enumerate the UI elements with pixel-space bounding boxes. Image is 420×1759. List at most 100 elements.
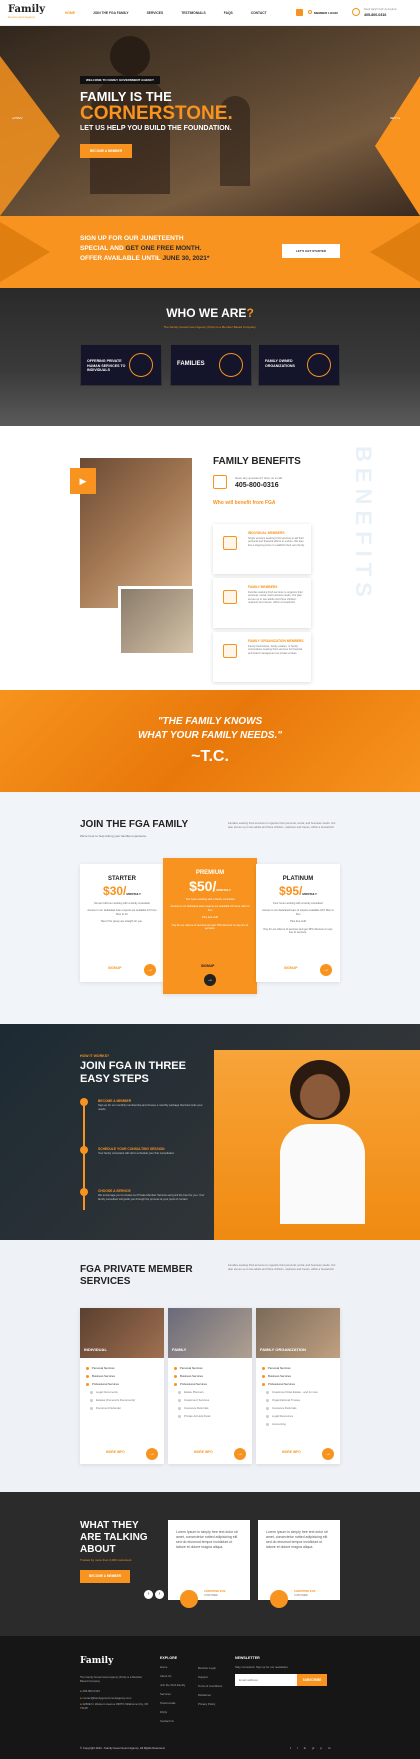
twitter-icon[interactable]: t xyxy=(297,1746,298,1750)
hero-subheadline: LET US HELP YOU BUILD THE FOUNDATION. xyxy=(80,125,232,132)
arrow-right-icon[interactable]: → xyxy=(320,964,332,976)
footer-link[interactable]: Support xyxy=(198,1675,222,1679)
who-title: WHO WE ARE? xyxy=(166,306,254,320)
footer-link[interactable]: Member Login xyxy=(198,1666,222,1670)
nav-link-home[interactable]: HOME xyxy=(65,11,75,15)
how-it-works-section: HOW IT WORKS? JOIN FGA IN THREE EASY STEP… xyxy=(0,1024,420,1240)
logo[interactable]: Family Government Agency xyxy=(8,4,45,19)
hero-prev-button[interactable]: ◂ PREV xyxy=(12,116,23,120)
newsletter-email-input[interactable] xyxy=(235,1674,297,1686)
hero-section: WELCOME TO FAMILY GOVERNMENT AGENCY FAMI… xyxy=(0,26,420,216)
nav-link-join[interactable]: JOIN THE FGA FAMILY xyxy=(93,11,129,15)
phone-icon xyxy=(213,475,227,489)
services-section: FGA PRIVATE MEMBER SERVICES Families seek… xyxy=(0,1240,420,1492)
service-card-family: FAMILY Personal Services Business Service… xyxy=(168,1308,252,1464)
nav-phone[interactable]: 405-800-0316 xyxy=(364,13,386,17)
footer-link[interactable]: Terms & Conditions xyxy=(198,1684,222,1688)
plan-starter: STARTER $30/MONTHLY Soma's full-hour wor… xyxy=(80,864,164,982)
prev-arrow-icon[interactable]: ‹ xyxy=(144,1590,153,1599)
facebook-icon[interactable]: f xyxy=(290,1746,291,1750)
testimonial-role: CUSTOMER xyxy=(294,1594,308,1597)
footer-email[interactable]: ● contact@familygovernmentagency.com xyxy=(80,1696,131,1700)
who-subtitle: The Family Government Agency (FGA) is a … xyxy=(163,325,257,329)
nav-link-services[interactable]: SERVICES xyxy=(147,11,164,15)
arrow-right-icon[interactable]: → xyxy=(204,974,216,986)
hero-cta-button[interactable]: BECOME A MEMBER xyxy=(80,144,132,158)
footer-link[interactable]: Join the FGA Family xyxy=(160,1683,185,1687)
individual-more-info[interactable]: MORE INFO xyxy=(106,1450,125,1454)
quote-line-2: WHAT YOUR FAMILY NEEDS." xyxy=(137,730,282,741)
footer-phone[interactable]: ● 405-800-0316 xyxy=(80,1689,100,1693)
hero-kicker: WELCOME TO FAMILY GOVERNMENT AGENCY xyxy=(80,76,161,84)
who-card-families: FAMILIES xyxy=(170,344,252,386)
service-card-organization: FAMILY ORGANIZATION Personal Services Bus… xyxy=(256,1308,340,1464)
testimonials-cta-button[interactable]: BECOME A MEMBER xyxy=(80,1570,130,1583)
arrow-right-icon[interactable]: → xyxy=(146,1448,158,1460)
pinterest-icon[interactable]: p xyxy=(320,1746,322,1750)
platinum-signup-link[interactable]: SIGNUP xyxy=(284,966,297,970)
cart-icon[interactable] xyxy=(296,9,303,16)
hero-next-button[interactable]: NEXT ▸ xyxy=(390,116,400,120)
individual-icon xyxy=(129,353,153,377)
arrow-right-icon[interactable]: → xyxy=(144,964,156,976)
family-icon xyxy=(219,353,243,377)
starter-signup-link[interactable]: SIGNUP xyxy=(108,966,121,970)
benefits-title: FAMILY BENEFITS xyxy=(213,456,301,467)
premium-signup-link[interactable]: SIGNUP xyxy=(201,964,214,968)
hero-right-triangle xyxy=(375,76,420,216)
plan-premium: PREMIUM $50/MONTHLY Two hours working wi… xyxy=(163,858,257,994)
services-blurb: Families seeking FGA services to organiz… xyxy=(228,1264,336,1271)
nav-link-testimonials[interactable]: TESTIMONIALS xyxy=(181,11,206,15)
promo-cta-button[interactable]: LET'S GET STARTED xyxy=(282,244,340,258)
nav-link-contact[interactable]: CONTACT xyxy=(251,11,267,15)
benefit-card-family: FAMILY MEMBERS Families seeking FGA servi… xyxy=(213,578,311,628)
testimonial-role: CUSTOMER xyxy=(204,1594,218,1597)
family-icon xyxy=(223,590,237,604)
footer-logo[interactable]: Family xyxy=(80,1656,113,1666)
benefits-who-label: Who will benefit from FGA xyxy=(213,500,276,506)
join-blurb: Families seeking FGA services to organiz… xyxy=(228,822,336,829)
phone-icon xyxy=(352,8,360,16)
linkedin-icon[interactable]: in xyxy=(328,1746,330,1750)
hero-left-triangle xyxy=(0,56,60,216)
top-nav: Family Government Agency HOME JOIN THE FG… xyxy=(0,0,420,26)
arrow-right-icon[interactable]: → xyxy=(234,1448,246,1460)
play-video-button[interactable]: ▶ xyxy=(70,468,96,494)
footer-link[interactable]: Services xyxy=(160,1692,185,1696)
footer-link[interactable]: Disclaimer xyxy=(198,1693,222,1697)
social-links: f t in yt p in xyxy=(290,1746,330,1750)
testimonial-card-2: Lorem Ipsum is simply free text dolor si… xyxy=(258,1520,340,1608)
footer-newsletter: NEWSLETTER Stay connected. Sign up for o… xyxy=(235,1656,289,1669)
steps-title: JOIN FGA IN THREE EASY STEPS xyxy=(80,1060,186,1085)
footer-link[interactable]: Privacy Policy xyxy=(198,1702,222,1706)
youtube-icon[interactable]: yt xyxy=(312,1746,314,1750)
footer-link[interactable]: Home xyxy=(160,1665,185,1669)
quote-author: ~T.C. xyxy=(191,748,229,765)
join-section: JOIN THE FGA FAMILY We're here to help d… xyxy=(0,792,420,1024)
nav-link-faqs[interactable]: FAQS xyxy=(224,11,233,15)
testimonials-title: WHAT THEY ARE TALKING ABOUT xyxy=(80,1520,148,1555)
testimonials-section: WHAT THEY ARE TALKING ABOUT Trusted by mor… xyxy=(0,1492,420,1636)
footer-link[interactable]: Testimonials xyxy=(160,1701,185,1705)
subscribe-button[interactable]: SUBSCRIBE xyxy=(297,1674,327,1686)
benefits-section: BENEFITS ▶ FAMILY BENEFITS Have any ques… xyxy=(0,426,420,690)
portrait-shirt xyxy=(280,1124,365,1224)
avatar xyxy=(180,1590,198,1608)
user-icon xyxy=(308,10,312,14)
avatar xyxy=(270,1590,288,1608)
individual-icon xyxy=(223,536,237,550)
instagram-icon[interactable]: in xyxy=(304,1746,306,1750)
organization-more-info[interactable]: MORE INFO xyxy=(282,1450,301,1454)
footer-link[interactable]: FAQs xyxy=(160,1710,185,1714)
footer-link[interactable]: Contact Us xyxy=(160,1719,185,1723)
who-card-organizations: FAMILY OWNED ORGANIZATIONS xyxy=(258,344,340,386)
family-more-info[interactable]: MORE INFO xyxy=(194,1450,213,1454)
benefits-watermark: BENEFITS xyxy=(351,446,376,603)
organization-icon xyxy=(307,353,331,377)
next-arrow-icon[interactable]: › xyxy=(155,1590,164,1599)
footer-link[interactable]: About Us xyxy=(160,1674,185,1678)
arrow-right-icon[interactable]: → xyxy=(322,1448,334,1460)
promo-text: SIGN UP FOR OUR JUNETEENTH SPECIAL AND G… xyxy=(80,235,210,262)
benefits-phone[interactable]: 405-800-0316 xyxy=(235,482,279,489)
member-login-link[interactable]: MEMBER LOGIN xyxy=(314,11,338,15)
